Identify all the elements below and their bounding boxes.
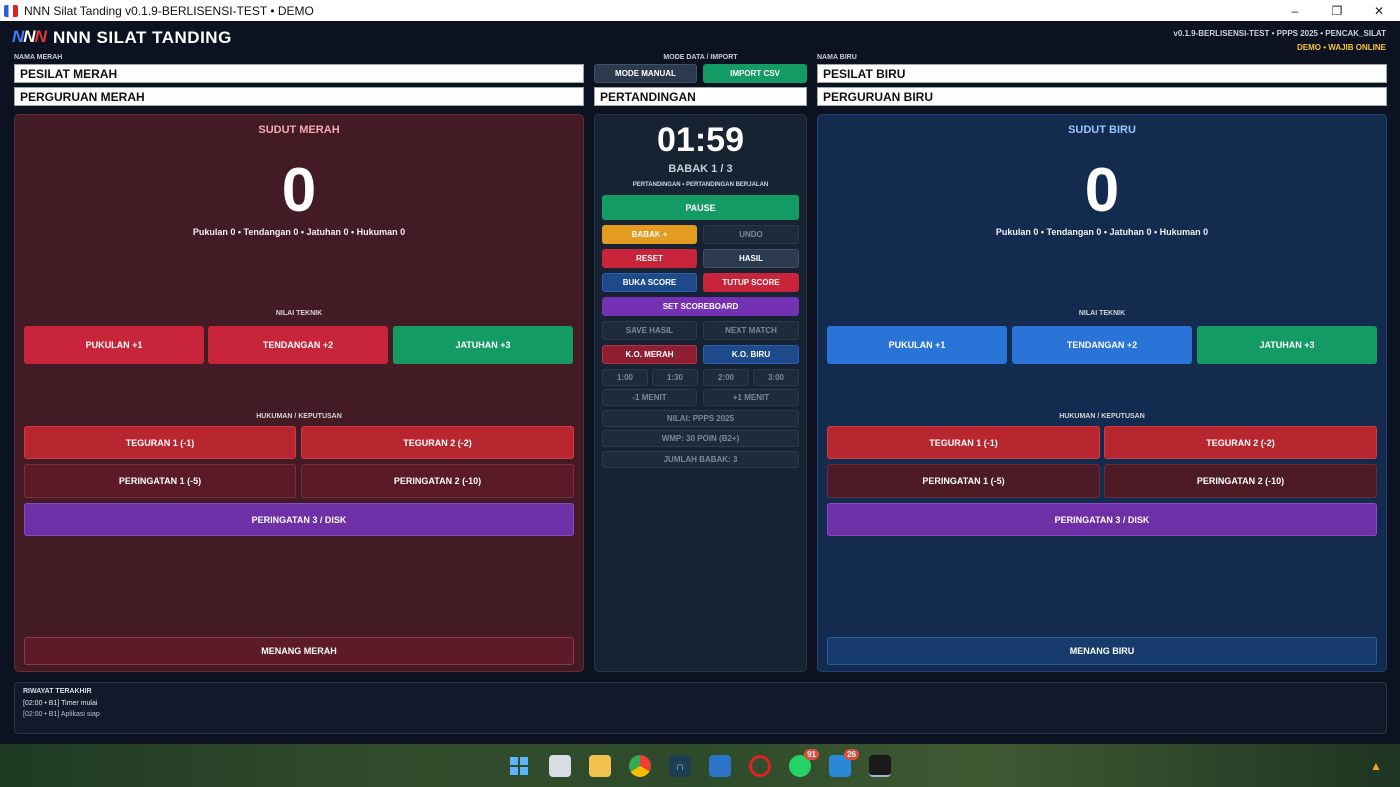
task-view-icon[interactable]: [549, 755, 571, 777]
blue-name-label: NAMA BIRU: [817, 54, 857, 61]
version-info: v0.1.9-BERLISENSI-TEST • PPPS 2025 • PEN…: [1173, 29, 1386, 38]
windows-taskbar: ∩ 91 26 ▲: [0, 744, 1400, 787]
window-title: NNN Silat Tanding v0.1.9-BERLISENSI-TEST…: [24, 3, 314, 18]
red-teguran1-button[interactable]: TEGURAN 1 (-1): [24, 426, 296, 459]
match-status: PERTANDINGAN • PERTANDINGAN BERJALAN: [632, 182, 769, 188]
start-icon[interactable]: [508, 755, 530, 777]
red-corner-panel: SUDUT MERAH 0 Pukulan 0 • Tendangan 0 • …: [14, 114, 584, 672]
blue-peringatan1-button[interactable]: PERINGATAN 1 (-5): [827, 464, 1100, 498]
photos-icon[interactable]: [709, 755, 731, 777]
blue-win-button[interactable]: MENANG BIRU: [827, 637, 1377, 665]
duration-1-00-button[interactable]: 1:00: [602, 369, 648, 386]
red-peringatan1-button[interactable]: PERINGATAN 1 (-5): [24, 464, 296, 498]
tutup-score-button[interactable]: TUTUP SCORE: [703, 273, 799, 292]
red-penalty-label: HUKUMAN / KEPUTUSAN: [256, 413, 342, 420]
minus-minute-button[interactable]: -1 MENIT: [602, 389, 697, 406]
duration-3-00-button[interactable]: 3:00: [753, 369, 799, 386]
buka-score-button[interactable]: BUKA SCORE: [602, 273, 697, 292]
blue-corner-panel: SUDUT BIRU 0 Pukulan 0 • Tendangan 0 • J…: [817, 114, 1387, 672]
whatsapp-icon[interactable]: 91: [789, 749, 819, 777]
red-peringatan3-button[interactable]: PERINGATAN 3 / DISK: [24, 503, 574, 536]
blue-tech-label: NILAI TEKNIK: [1078, 310, 1126, 317]
logo-letter: N: [12, 27, 24, 46]
hasil-button[interactable]: HASIL: [703, 249, 799, 268]
blue-pukulan-button[interactable]: PUKULAN +1: [827, 326, 1007, 364]
pause-button[interactable]: PAUSE: [602, 195, 799, 220]
red-name-input[interactable]: PESILAT MERAH: [14, 64, 584, 83]
app-icon: [4, 4, 18, 17]
blue-peringatan3-button[interactable]: PERINGATAN 3 / DISK: [827, 503, 1377, 536]
app-title: NNN SILAT TANDING: [53, 28, 232, 47]
blue-score: 0: [1084, 156, 1120, 225]
red-teguran2-button[interactable]: TEGURAN 2 (-2): [301, 426, 574, 459]
blue-name-input[interactable]: PESILAT BIRU: [817, 64, 1387, 83]
windows-logo-icon: [510, 757, 528, 775]
ko-biru-button[interactable]: K.O. BIRU: [703, 345, 799, 364]
reset-button[interactable]: RESET: [602, 249, 697, 268]
blue-teguran1-button[interactable]: TEGURAN 1 (-1): [827, 426, 1100, 459]
blue-corner-title: SUDUT BIRU: [1068, 124, 1136, 136]
set-scoreboard-button[interactable]: SET SCOREBOARD: [602, 297, 799, 316]
blue-peringatan2-button[interactable]: PERINGATAN 2 (-10): [1104, 464, 1377, 498]
blue-jatuhan-button[interactable]: JATUHAN +3: [1197, 326, 1377, 364]
blue-teguran2-button[interactable]: TEGURAN 2 (-2): [1104, 426, 1377, 459]
blue-tendangan-button[interactable]: TENDANGAN +2: [1012, 326, 1192, 364]
red-name-label: NAMA MERAH: [14, 54, 63, 61]
red-tech-label: NILAI TEKNIK: [275, 310, 323, 317]
duration-2-00-button[interactable]: 2:00: [703, 369, 749, 386]
match-name-input[interactable]: PERTANDINGAN: [594, 87, 807, 106]
red-tendangan-button[interactable]: TENDANGAN +2: [208, 326, 388, 364]
history-title: RIWAYAT TERAKHIR: [23, 688, 92, 695]
save-hasil-button[interactable]: SAVE HASIL: [602, 321, 697, 340]
mode-label: MODE DATA / IMPORT: [663, 54, 738, 61]
match-control-panel: 01:59 BABAK 1 / 3 PERTANDINGAN • PERTAND…: [594, 114, 807, 672]
logo-letter: N: [23, 27, 35, 46]
ko-merah-button[interactable]: K.O. MERAH: [602, 345, 697, 364]
import-csv-button[interactable]: IMPORT CSV: [703, 64, 807, 83]
maximize-button[interactable]: ❐: [1316, 0, 1358, 21]
chrome-icon[interactable]: [629, 755, 651, 777]
license-status: DEMO • WAJIB ONLINE: [1296, 43, 1386, 52]
notification-bell-icon[interactable]: ▲: [1365, 755, 1387, 777]
silat-app-taskbar-icon[interactable]: [869, 755, 891, 777]
history-entry: [02:00 • B1] Timer mulai: [23, 700, 98, 707]
file-explorer-icon[interactable]: [589, 755, 611, 777]
match-timer: 01:59: [657, 121, 744, 159]
header-info: v0.1.9-BERLISENSI-TEST • PPPS 2025 • PEN…: [1173, 29, 1386, 52]
app-header: NNN NNN SILAT TANDING v0.1.9-BERLISENSI-…: [0, 21, 1400, 55]
messaging-app-icon[interactable]: 26: [829, 749, 859, 777]
blue-penalty-label: HUKUMAN / KEPUTUSAN: [1059, 413, 1145, 420]
history-entry: [02:00 • B1] Aplikasi siap: [23, 711, 100, 718]
nilai-info: NILAI: PPPS 2025: [602, 410, 799, 427]
red-school-input[interactable]: PERGURUAN MERAH: [14, 87, 584, 106]
duration-1-30-button[interactable]: 1:30: [652, 369, 698, 386]
close-button[interactable]: ✕: [1358, 0, 1400, 21]
app-logo: NNN: [12, 27, 47, 51]
logo-letter: N: [34, 27, 47, 46]
red-stats: Pukulan 0 • Tendangan 0 • Jatuhan 0 • Hu…: [192, 227, 406, 237]
red-jatuhan-button[interactable]: JATUHAN +3: [393, 326, 573, 364]
red-score: 0: [281, 156, 317, 225]
red-pukulan-button[interactable]: PUKULAN +1: [24, 326, 204, 364]
minimize-button[interactable]: –: [1274, 0, 1316, 21]
opera-icon[interactable]: [749, 755, 771, 777]
red-corner-title: SUDUT MERAH: [258, 124, 340, 136]
whatsapp-badge: 91: [804, 749, 819, 760]
wmp-info: WMP: 30 POIN (B2+): [602, 430, 799, 447]
app-badge: 26: [844, 749, 859, 760]
round-indicator: BABAK 1 / 3: [668, 163, 733, 175]
history-panel: RIWAYAT TERAKHIR [02:00 • B1] Timer mula…: [14, 682, 1387, 734]
window-titlebar: NNN Silat Tanding v0.1.9-BERLISENSI-TEST…: [0, 0, 1400, 21]
babak-plus-button[interactable]: BABAK +: [602, 225, 697, 244]
plus-minute-button[interactable]: +1 MENIT: [703, 389, 799, 406]
next-match-button[interactable]: NEXT MATCH: [703, 321, 799, 340]
red-peringatan2-button[interactable]: PERINGATAN 2 (-10): [301, 464, 574, 498]
red-win-button[interactable]: MENANG MERAH: [24, 637, 574, 665]
blue-school-input[interactable]: PERGURUAN BIRU: [817, 87, 1387, 106]
blue-stats: Pukulan 0 • Tendangan 0 • Jatuhan 0 • Hu…: [995, 227, 1209, 237]
undo-button[interactable]: UNDO: [703, 225, 799, 244]
mode-manual-button[interactable]: MODE MANUAL: [594, 64, 697, 83]
jumlah-babak-info: JUMLAH BABAK: 3: [602, 451, 799, 468]
app-n-icon[interactable]: ∩: [669, 755, 691, 777]
